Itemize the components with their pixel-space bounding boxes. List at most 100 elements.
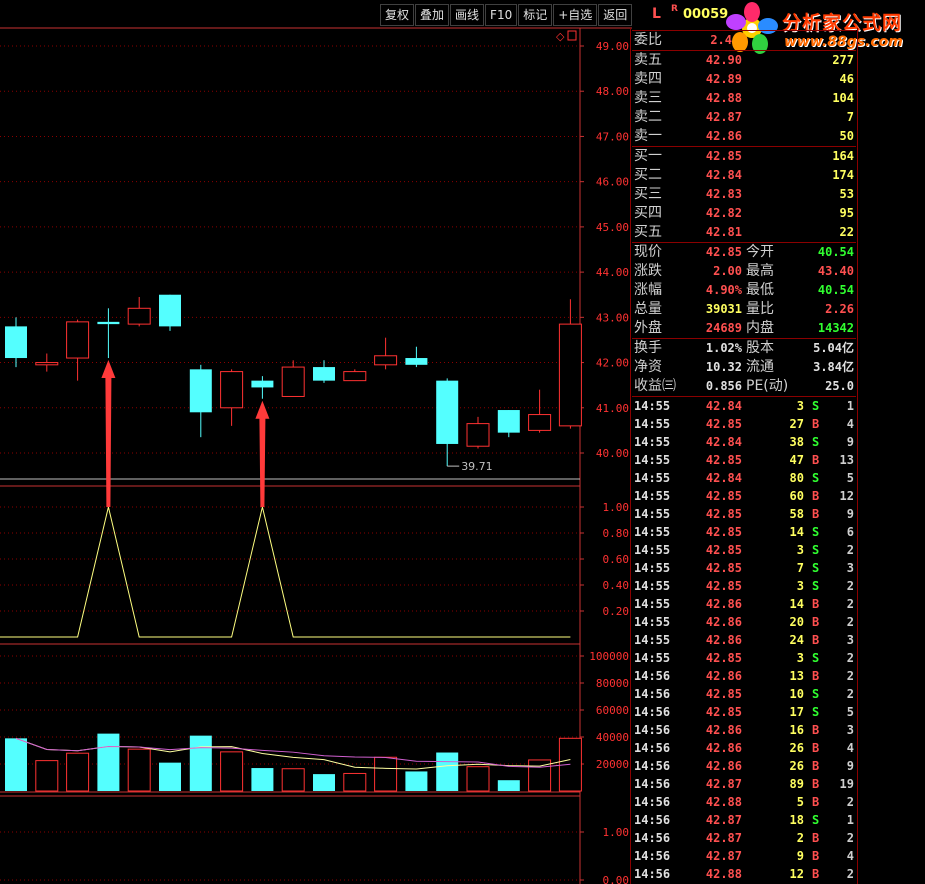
price-tick-label: 47.00 [596,130,629,143]
tick-price: 42.87 [705,849,742,863]
tick-side: S [812,561,820,575]
stat-row: 外盘 24689 内盘 14342 [632,319,856,338]
tick-volume: 12 [789,867,804,881]
ask-row: 卖二 42.87 7 [632,108,856,127]
toolbar-button-4[interactable]: 标记 [518,4,553,26]
volume-bar-down [5,738,27,791]
bid-volume: 174 [832,168,854,182]
tick-volume: 38 [789,435,804,449]
tick-count: 2 [846,543,854,557]
tick-price: 42.86 [705,597,742,611]
chart-area[interactable]: ◇ 49.00 48.00 47.00 46.00 45.00 44.00 43.00 42.0… [0,0,632,884]
tick-count: 2 [846,615,854,629]
tick-row: 14:55 42.84 3 S 1 [632,397,856,415]
volume-tick-label: 40000 [596,731,629,744]
tick-row: 14:56 42.87 89 B 19 [632,775,856,793]
finance-label: 净资 [634,359,662,375]
tick-side: S [812,543,820,557]
tick-volume: 18 [789,813,804,827]
stat-label-2: 量比 [746,301,774,317]
ask-price: 42.90 [705,53,742,67]
bid-price: 42.85 [705,149,742,163]
candle-body-up [281,366,305,397]
stat-row: 涨跌 2.00 最高 43.40 [632,262,856,281]
tick-side: B [812,759,820,773]
tick-row: 14:55 42.84 38 S 9 [632,433,856,451]
tick-list[interactable]: 14:55 42.84 3 S 1 14:55 42.85 27 B 4 14:55 42.84 38 S… [632,397,856,883]
bid-price: 42.81 [705,225,742,239]
stat-label-2: 今开 [746,244,774,260]
bid-price: 42.83 [705,187,742,201]
diamond-icon[interactable]: ◇ [556,30,565,43]
tick-count: 2 [846,579,854,593]
candle-body-up [558,323,582,427]
bid-volume: 164 [832,149,854,163]
stat-row: 总量 39031 量比 2.26 [632,300,856,319]
volume-bar-down [189,735,212,791]
tick-side: B [812,777,820,791]
tick-count: 5 [846,705,854,719]
tick-time: 14:56 [634,795,671,809]
price-tick-label: 43.00 [596,311,629,324]
toolbar-button-0[interactable]: 复权 [380,4,415,26]
stat-row: 涨幅 4.90% 最低 40.54 [632,281,856,300]
tick-time: 14:55 [634,435,671,449]
candle-body-up [220,371,244,409]
tick-volume: 10 [789,687,804,701]
toolbar-button-2[interactable]: 画线 [450,4,485,26]
tick-side: B [812,723,820,737]
signal-tick-label: 0.20 [603,605,630,618]
stat-value: 39031 [705,302,742,316]
tick-count: 1 [846,813,854,827]
ask-label: 卖二 [634,109,662,125]
tick-time: 14:56 [634,723,671,737]
tick-count: 2 [846,597,854,611]
ask-label: 卖四 [634,71,662,87]
tick-volume: 3 [796,543,804,557]
toolbar-button-5[interactable]: +自选 [553,4,598,26]
weibi-value: 2.4 [710,33,732,47]
finance-label: 收益㈢ [634,378,676,394]
tick-side: S [812,525,820,539]
tick-count: 1 [846,399,854,413]
price-tick-label: 45.00 [596,221,629,234]
tick-time: 14:55 [634,561,671,575]
volume-tick-label: 20000 [596,758,629,771]
candle-body-up [374,355,398,366]
stat-label: 涨跌 [634,263,662,279]
tick-volume: 3 [796,579,804,593]
tick-row: 14:55 42.85 60 B 12 [632,487,856,505]
tick-count: 3 [846,723,854,737]
candle-body-up [127,307,151,325]
candle-body-down [97,321,120,325]
bid-label: 买一 [634,148,662,164]
tick-time: 14:56 [634,849,671,863]
toolbar-button-1[interactable]: 叠加 [415,4,450,26]
weibi-row: 委比 2.4 [632,30,856,50]
ask-price: 42.87 [705,110,742,124]
tick-row: 14:56 42.86 26 B 9 [632,757,856,775]
price-tick-label: 44.00 [596,266,629,279]
tick-time: 14:55 [634,453,671,467]
bottom-tick-label: 1.00 [603,826,630,839]
finance-value: 1.02% [705,341,742,355]
ask-row: 卖五 42.90 277 [632,51,856,70]
toolbar-button-3[interactable]: F10 [485,4,518,26]
stat-label: 总量 [634,301,662,317]
toolbar-button-6[interactable]: 返回 [598,4,633,26]
ask-price: 42.86 [705,129,742,143]
bid-label: 买二 [634,167,662,183]
tick-count: 2 [846,669,854,683]
window-icon[interactable] [567,30,577,41]
tick-time: 14:56 [634,777,671,791]
stat-label: 涨幅 [634,282,662,298]
tick-count: 4 [846,849,854,863]
signal-tick-label: 0.80 [603,527,630,540]
price-tick-label: 48.00 [596,85,629,98]
finance-label-2: 股本 [746,340,774,356]
tick-time: 14:55 [634,597,671,611]
tick-side: S [812,579,820,593]
quote-panel: 委比 2.4 卖五 42.90 277 卖四 42.89 46 卖三 42.88 104 卖二 42… [632,30,856,883]
ask-row: 卖四 42.89 46 [632,70,856,89]
ask-volume: 7 [846,110,854,124]
